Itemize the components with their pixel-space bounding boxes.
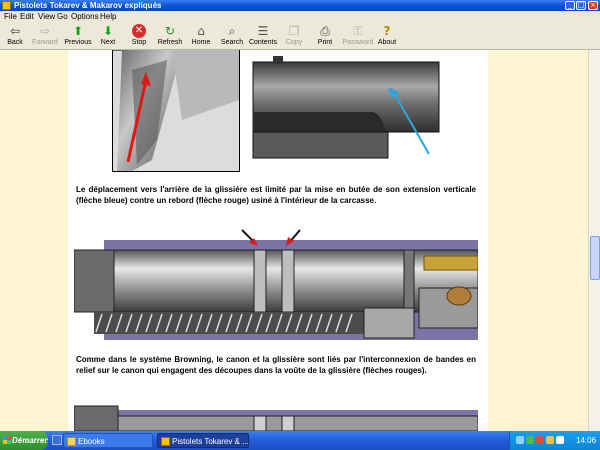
app-icon: [2, 1, 11, 10]
barrel-extension-photo: [251, 52, 441, 168]
about-button[interactable]: ? About: [370, 24, 404, 49]
menu-help[interactable]: Help: [100, 11, 116, 23]
second-cross-section-diagram: [74, 405, 478, 431]
contents-button[interactable]: ☰ Contents: [246, 24, 280, 49]
print-button[interactable]: ⎙ Print: [308, 24, 342, 49]
copy-label: Copy: [285, 39, 303, 46]
forward-button[interactable]: ⇨ Forward: [28, 24, 62, 49]
paragraph-1: Le déplacement vers l'arrière de la glis…: [76, 185, 476, 205]
copy-icon: ❐: [288, 24, 300, 38]
minimize-button[interactable]: _: [565, 1, 575, 10]
refresh-icon: ↻: [164, 24, 176, 38]
document-page: Le déplacement vers l'arrière de la glis…: [68, 50, 488, 431]
previous-label: Previous: [64, 39, 92, 46]
menu-options[interactable]: Options: [71, 11, 99, 23]
toolbar: ⇦ Back ⇨ Forward ⬆ Previous ⬇ Next ✕ Sto…: [0, 23, 600, 50]
ebook-icon: [161, 437, 170, 446]
printer-icon: ⎙: [320, 24, 330, 38]
stop-icon: ✕: [132, 24, 146, 38]
scrollbar-thumb[interactable]: [590, 236, 600, 280]
barrel-section: [74, 249, 478, 313]
menu-go[interactable]: Go: [57, 11, 68, 23]
taskbar-item-pistolets[interactable]: Pistolets Tokarev & ...: [157, 433, 249, 448]
next-label: Next: [100, 39, 116, 46]
down-arrow-icon: ⬇: [102, 24, 114, 38]
speaker-icon[interactable]: [556, 436, 564, 444]
back-arrow-icon: ⇦: [9, 24, 21, 38]
window-title: Pistolets Tokarev & Makarov expliqués: [14, 1, 162, 10]
question-icon: ?: [383, 24, 391, 38]
maximize-button[interactable]: □: [576, 1, 586, 10]
cartridge: [446, 286, 472, 306]
forward-arrow-icon: ⇨: [39, 24, 51, 38]
close-button[interactable]: ×: [588, 1, 598, 10]
clock[interactable]: 14:06: [576, 431, 596, 450]
up-arrow-icon: ⬆: [72, 24, 84, 38]
slide-closeup-photo: [112, 50, 240, 172]
next-button[interactable]: ⬇ Next: [91, 24, 125, 49]
hammer-spring: [423, 255, 478, 271]
link-block: [363, 307, 415, 339]
home-label: Home: [191, 39, 211, 46]
stop-label: Stop: [131, 39, 147, 46]
tray-utility-icon[interactable]: [546, 436, 554, 444]
search-button[interactable]: ⌕ Search: [215, 24, 249, 49]
windows-logo-icon: [3, 436, 11, 444]
menu-edit[interactable]: Edit: [20, 11, 34, 23]
paragraph-2: Comme dans le système Browning, le canon…: [76, 355, 476, 375]
refresh-label: Refresh: [157, 39, 183, 46]
taskbar-item-label: Pistolets Tokarev & ...: [172, 437, 249, 446]
previous-button[interactable]: ⬆ Previous: [61, 24, 95, 49]
contents-label: Contents: [248, 39, 278, 46]
print-label: Print: [317, 39, 333, 46]
content-viewport[interactable]: Le déplacement vers l'arrière de la glis…: [0, 50, 588, 431]
window-titlebar: Pistolets Tokarev & Makarov expliqués _ …: [0, 0, 600, 11]
search-icon: ⌕: [228, 24, 236, 38]
taskbar-item-ebooks[interactable]: Ebooks: [63, 433, 153, 448]
menu-bar: File Edit View Go Options Help: [0, 11, 600, 23]
tray-app-icon[interactable]: [526, 436, 534, 444]
system-tray: 14:06: [509, 431, 600, 450]
taskbar: Démarrer Ebooks Pistolets Tokarev & ... …: [0, 431, 600, 450]
contents-icon: ☰: [257, 24, 269, 38]
cross-section-diagram: [74, 229, 478, 340]
quicklaunch-icon[interactable]: [52, 435, 62, 445]
menu-view[interactable]: View: [38, 11, 55, 23]
forward-label: Forward: [32, 39, 58, 46]
security-shield-icon[interactable]: [536, 436, 544, 444]
copy-button[interactable]: ❐ Copy: [277, 24, 311, 49]
taskbar-item-label: Ebooks: [78, 437, 105, 446]
folder-icon: [67, 437, 76, 446]
refresh-button[interactable]: ↻ Refresh: [153, 24, 187, 49]
home-icon: ⌂: [197, 24, 205, 38]
home-button[interactable]: ⌂ Home: [184, 24, 218, 49]
menu-file[interactable]: File: [4, 11, 17, 23]
key-icon: ⚿: [353, 24, 363, 38]
search-label: Search: [220, 39, 244, 46]
start-label: Démarrer: [12, 436, 48, 445]
start-button[interactable]: Démarrer: [0, 431, 48, 450]
stop-button[interactable]: ✕ Stop: [122, 24, 156, 49]
about-label: About: [377, 39, 397, 46]
network-icon[interactable]: [516, 436, 524, 444]
vertical-scrollbar[interactable]: [588, 50, 600, 431]
